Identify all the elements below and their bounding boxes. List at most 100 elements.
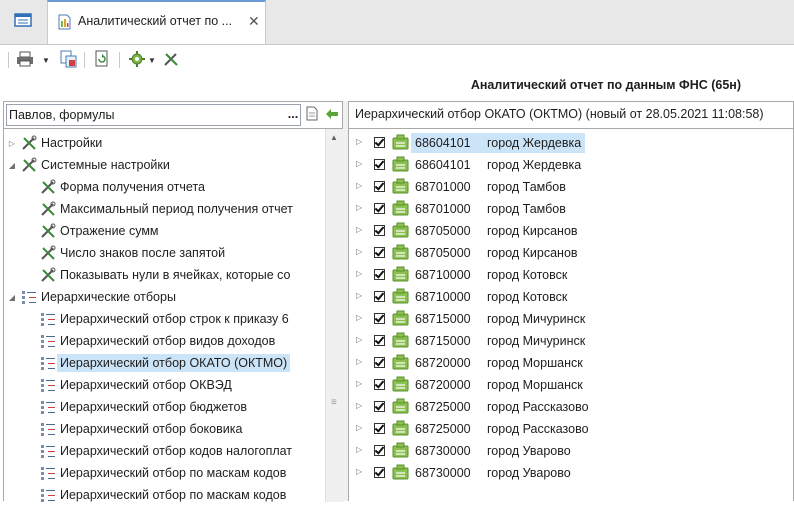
tree-item[interactable]: ◢ Системные настройки: [7, 154, 170, 176]
row-checkbox[interactable]: [374, 423, 385, 434]
okato-row[interactable]: ▷ 68720000 город Моршанск: [349, 352, 793, 374]
tree-item-label: Иерархический отбор ОКВЭД: [60, 378, 232, 392]
tree-item[interactable]: ▷ Настройки: [7, 132, 102, 154]
settings-button[interactable]: ▼: [128, 50, 156, 70]
okato-row[interactable]: ▷ 68730000 город Уварово: [349, 462, 793, 484]
search-input[interactable]: Павлов, формулы ...: [6, 104, 301, 126]
tree-item[interactable]: Иерархический отбор по маскам кодов: [26, 484, 286, 506]
tree-item[interactable]: Иерархический отбор ОКАТО (ОКТМО): [26, 352, 291, 374]
document-button[interactable]: [303, 104, 321, 126]
okato-row[interactable]: ▷ 68710000 город Котовск: [349, 286, 793, 308]
row-checkbox[interactable]: [374, 357, 385, 368]
okato-row[interactable]: ▷ 68725000 город Рассказово: [349, 418, 793, 440]
row-checkbox[interactable]: [374, 181, 385, 192]
tree-item[interactable]: Иерархический отбор боковика: [26, 418, 242, 440]
tree-item[interactable]: Форма получения отчета: [26, 176, 205, 198]
tree-item[interactable]: Иерархический отбор строк к приказу 6: [26, 308, 289, 330]
tree-item[interactable]: Максимальный период получения отчет: [26, 198, 293, 220]
left-scrollbar[interactable]: ▲ ≡: [325, 129, 343, 502]
okato-code: 68720000: [415, 378, 471, 392]
okato-row[interactable]: ▷ 68720000 город Моршанск: [349, 374, 793, 396]
refresh-button[interactable]: [93, 50, 111, 70]
tree-item[interactable]: Отражение сумм: [26, 220, 159, 242]
search-value: Павлов, формулы: [9, 108, 115, 122]
ellipsis-button[interactable]: ...: [284, 107, 302, 125]
tools-button[interactable]: [163, 50, 179, 70]
expand-arrow-icon[interactable]: ▷: [356, 445, 362, 454]
expand-arrow-icon[interactable]: ▷: [356, 357, 362, 366]
okato-row[interactable]: ▷ 68705000 город Кирсанов: [349, 242, 793, 264]
tree-item[interactable]: Иерархический отбор бюджетов: [26, 396, 247, 418]
expand-arrow-icon[interactable]: ▷: [356, 423, 362, 432]
tools-icon: [40, 245, 56, 261]
scroll-up-icon[interactable]: ▲: [330, 133, 338, 142]
okato-folder-icon: [392, 310, 409, 329]
okato-row-text: 68715000 город Мичуринск: [411, 309, 589, 329]
expand-arrow-icon[interactable]: ▷: [356, 401, 362, 410]
okato-row-text: 68710000 город Котовск: [411, 287, 571, 307]
okato-folder-icon: [392, 200, 409, 219]
row-checkbox[interactable]: [374, 291, 385, 302]
expand-arrow-icon[interactable]: ▷: [356, 379, 362, 388]
expand-arrow-icon[interactable]: ▷: [356, 269, 362, 278]
row-checkbox[interactable]: [374, 313, 385, 324]
hierarchy-icon: [40, 355, 56, 371]
row-checkbox[interactable]: [374, 379, 385, 390]
row-checkbox[interactable]: [374, 335, 385, 346]
expand-arrow-icon[interactable]: ▷: [356, 467, 362, 476]
expand-arrow-icon[interactable]: ▷: [7, 139, 17, 148]
okato-row[interactable]: ▷ 68705000 город Кирсанов: [349, 220, 793, 242]
expand-arrow-icon[interactable]: ▷: [356, 203, 362, 212]
row-checkbox[interactable]: [374, 445, 385, 456]
okato-row[interactable]: ▷ 68715000 город Мичуринск: [349, 330, 793, 352]
print-button[interactable]: [16, 50, 34, 70]
okato-row[interactable]: ▷ 68701000 город Тамбов: [349, 198, 793, 220]
row-checkbox[interactable]: [374, 225, 385, 236]
tree-item[interactable]: Иерархический отбор ОКВЭД: [26, 374, 232, 396]
row-checkbox[interactable]: [374, 247, 385, 258]
row-checkbox[interactable]: [374, 401, 385, 412]
tree-item-label: Иерархический отбор по маскам кодов: [60, 466, 287, 480]
okato-folder-icon: [392, 222, 409, 241]
okato-row[interactable]: ▷ 68710000 город Котовск: [349, 264, 793, 286]
expand-arrow-icon[interactable]: ▷: [356, 247, 362, 256]
row-checkbox[interactable]: [374, 159, 385, 170]
okato-row[interactable]: ▷ 68604101 город Жердевка: [349, 132, 793, 154]
okato-list-panel: Иерархический отбор ОКАТО (ОКТМО) (новый…: [348, 101, 794, 501]
collapse-arrow-icon[interactable]: ◢: [7, 161, 17, 170]
export-button[interactable]: [60, 50, 78, 70]
row-checkbox[interactable]: [374, 137, 385, 148]
okato-row-text: 68725000 город Рассказово: [411, 419, 593, 439]
back-button[interactable]: [323, 104, 341, 126]
tree-item[interactable]: Иерархический отбор видов доходов: [26, 330, 275, 352]
okato-row[interactable]: ▷ 68604101 город Жердевка: [349, 154, 793, 176]
tab-analytic-report[interactable]: Аналитический отчет по ... ✕: [47, 0, 266, 44]
okato-folder-icon: [392, 178, 409, 197]
okato-row[interactable]: ▷ 68715000 город Мичуринск: [349, 308, 793, 330]
close-icon[interactable]: ✕: [248, 13, 260, 30]
expand-arrow-icon[interactable]: ▷: [356, 291, 362, 300]
expand-arrow-icon[interactable]: ▷: [356, 225, 362, 234]
expand-arrow-icon[interactable]: ▷: [356, 159, 362, 168]
row-checkbox[interactable]: [374, 467, 385, 478]
expand-arrow-icon[interactable]: ▷: [356, 313, 362, 322]
tree-item[interactable]: Число знаков после запятой: [26, 242, 225, 264]
tree-item[interactable]: ◢ Иерархические отборы: [7, 286, 176, 308]
row-checkbox[interactable]: [374, 203, 385, 214]
tree-item[interactable]: Показывать нули в ячейках, которые со: [26, 264, 290, 286]
tree-item[interactable]: Иерархический отбор по маскам кодов: [26, 462, 286, 484]
okato-name: город Моршанск: [487, 356, 583, 370]
tree-item[interactable]: Иерархический отбор кодов налогоплат: [26, 440, 292, 462]
okato-row[interactable]: ▷ 68730000 город Уварово: [349, 440, 793, 462]
expand-arrow-icon[interactable]: ▷: [356, 335, 362, 344]
print-dropdown-arrow[interactable]: ▼: [42, 50, 50, 70]
expand-arrow-icon[interactable]: ▷: [356, 181, 362, 190]
okato-row[interactable]: ▷ 68725000 город Рассказово: [349, 396, 793, 418]
okato-row-text: 68725000 город Рассказово: [411, 397, 593, 417]
expand-arrow-icon[interactable]: ▷: [356, 137, 362, 146]
home-tab[interactable]: [0, 0, 46, 43]
okato-row-text: 68705000 город Кирсанов: [411, 221, 582, 241]
row-checkbox[interactable]: [374, 269, 385, 280]
collapse-arrow-icon[interactable]: ◢: [7, 293, 17, 302]
okato-row[interactable]: ▷ 68701000 город Тамбов: [349, 176, 793, 198]
